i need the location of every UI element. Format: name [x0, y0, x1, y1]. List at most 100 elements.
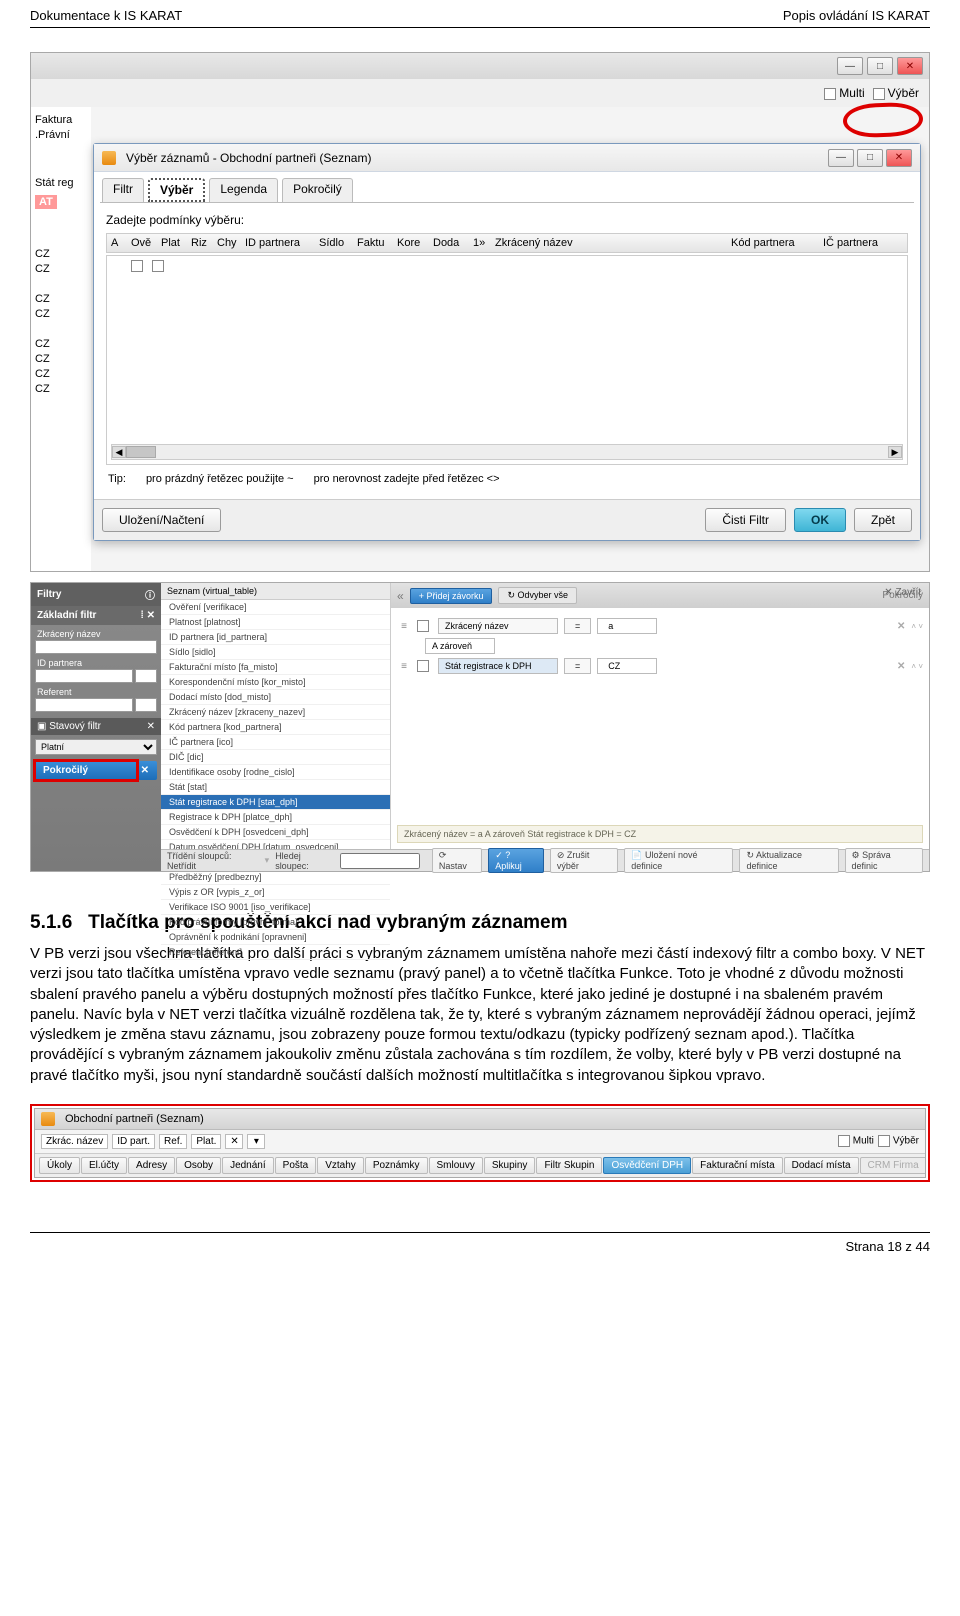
scroll-right-icon[interactable]: ▶ — [888, 446, 902, 458]
multi-checkbox[interactable]: Multi — [824, 86, 864, 100]
state-select[interactable]: Platní — [35, 739, 157, 755]
col[interactable]: 1» — [473, 237, 493, 249]
column-list-item[interactable]: Registrace k DPH [platce_dph] — [161, 810, 390, 825]
bg-min-icon[interactable]: — — [837, 57, 863, 75]
bg-max-icon[interactable]: □ — [867, 57, 893, 75]
s3-tab[interactable]: CRM Firma — [860, 1157, 925, 1174]
search-col-input[interactable] — [340, 853, 420, 869]
col[interactable]: Ově — [131, 237, 159, 249]
advanced-filter-button[interactable]: Pokročilý ✕ — [35, 761, 157, 780]
col[interactable]: Zkrácený název — [495, 237, 729, 249]
column-list-item[interactable]: Fakturační místo [fa_misto] — [161, 660, 390, 675]
scroll-thumb[interactable] — [126, 446, 156, 458]
drag-icon[interactable]: ≡ — [397, 621, 411, 632]
foot-btn[interactable]: ↻ Aktualizace definice — [739, 848, 838, 873]
bg-close-icon[interactable]: ✕ — [897, 57, 923, 75]
col[interactable]: Kore — [397, 237, 431, 249]
ref-input[interactable] — [35, 698, 133, 712]
add-bracket-button[interactable]: + Přidej závorku — [410, 588, 493, 604]
col[interactable]: IČ partnera — [823, 237, 903, 249]
column-list-item[interactable]: Kód právní formy [pravni_forma] — [161, 915, 390, 930]
dlg-max-icon[interactable]: □ — [857, 149, 883, 167]
clear-filter-button[interactable]: Čisti Filtr — [705, 508, 786, 532]
load-save-button[interactable]: Uložení/Načtení — [102, 508, 221, 532]
column-list-item[interactable]: ID partnera [id_partnera] — [161, 630, 390, 645]
grid-row-checks[interactable] — [131, 260, 167, 272]
vyber-checkbox[interactable]: Výběr — [873, 86, 919, 100]
s3-tab[interactable]: Skupiny — [484, 1157, 536, 1174]
zkraceny-input[interactable] — [35, 640, 157, 654]
drag-icon[interactable]: ≡ — [397, 661, 411, 672]
column-list-items[interactable]: Ověření [verifikace]Platnost [platnost]I… — [161, 600, 390, 960]
op-select[interactable]: = — [564, 658, 591, 674]
ok-button[interactable]: OK — [794, 508, 846, 532]
row-check[interactable] — [417, 620, 429, 632]
foot-btn[interactable]: ⚙ Správa definic — [845, 848, 924, 873]
s3-tab[interactable]: Smlouvy — [429, 1157, 483, 1174]
s3-f4[interactable]: Plat. — [191, 1134, 221, 1149]
row-delete-icon[interactable]: ✕ — [897, 661, 905, 672]
s3-f3[interactable]: Ref. — [159, 1134, 187, 1149]
tab-pokrocily[interactable]: Pokročilý — [282, 178, 353, 202]
column-list-item[interactable]: Platnost [platnost] — [161, 615, 390, 630]
column-list-item[interactable]: DIČ [dic] — [161, 750, 390, 765]
tab-filtr[interactable]: Filtr — [102, 178, 144, 202]
column-list-item[interactable]: IČ partnera [ico] — [161, 735, 390, 750]
column-list-item[interactable]: Identifikace osoby [rodne_cislo] — [161, 765, 390, 780]
column-list-item[interactable]: Stát registrace k DPH [stat_dph] — [161, 795, 390, 810]
grid-body[interactable]: ◀ ▶ — [106, 255, 908, 465]
s3-tab[interactable]: Adresy — [128, 1157, 175, 1174]
column-list-item[interactable]: Dodací místo [dod_misto] — [161, 690, 390, 705]
s3-dd-icon[interactable]: ▾ — [247, 1134, 265, 1149]
ref-aux[interactable] — [135, 698, 157, 712]
id-aux[interactable] — [135, 669, 157, 683]
id-input[interactable] — [35, 669, 133, 683]
field-select[interactable]: Stát registrace k DPH — [438, 658, 558, 674]
horizontal-scrollbar[interactable]: ◀ ▶ — [111, 444, 903, 460]
col[interactable]: Riz — [191, 237, 215, 249]
state-filter-header[interactable]: ▣ Stavový filtr✕ — [31, 718, 161, 735]
check2[interactable] — [152, 260, 164, 272]
foot-btn[interactable]: ⟳ Nastav — [432, 848, 482, 873]
s3-tab[interactable]: Jednání — [222, 1157, 274, 1174]
info-icon[interactable]: ⓘ — [145, 587, 155, 602]
close-icon[interactable]: ✕ Zavřít — [884, 587, 921, 598]
row-move-icon[interactable]: ˄ ˅ — [911, 622, 923, 631]
back-button[interactable]: Zpět — [854, 508, 912, 532]
basic-filter-header[interactable]: Základní filtr⁞ ✕ — [31, 606, 161, 625]
col[interactable]: A — [111, 237, 129, 249]
s3-f1[interactable]: Zkrác. název — [41, 1134, 108, 1149]
col[interactable]: Sídlo — [319, 237, 355, 249]
column-list-item[interactable]: Verifikace ISO 9001 [iso_verifikace] — [161, 900, 390, 915]
col[interactable]: ID partnera — [245, 237, 317, 249]
s3-tab[interactable]: Dodací místa — [784, 1157, 859, 1174]
s3-tab[interactable]: Poznámky — [365, 1157, 428, 1174]
column-list-item[interactable]: Předběžný [predbezny] — [161, 870, 390, 885]
column-list-item[interactable]: Korespondenční místo [kor_misto] — [161, 675, 390, 690]
deselect-all-button[interactable]: ↻ Odvyber vše — [498, 587, 577, 604]
check1[interactable] — [131, 260, 143, 272]
s3-tab[interactable]: Úkoly — [39, 1157, 80, 1174]
column-list-item[interactable]: Osvědčení k DPH [osvedceni_dph] — [161, 825, 390, 840]
scroll-left-icon[interactable]: ◀ — [112, 446, 126, 458]
dlg-min-icon[interactable]: — — [828, 149, 854, 167]
column-list-item[interactable]: Výpis z OR [vypis_z_or] — [161, 885, 390, 900]
foot-btn[interactable]: ✓ ? Aplikuj — [488, 848, 544, 873]
s3-tab[interactable]: Filtr Skupin — [536, 1157, 602, 1174]
column-list-item[interactable]: Referent [referent] — [161, 945, 390, 960]
tab-legenda[interactable]: Legenda — [209, 178, 278, 202]
field-select[interactable]: Zkrácený název — [438, 618, 558, 634]
column-list-item[interactable]: Zkrácený název [zkraceny_nazev] — [161, 705, 390, 720]
col[interactable]: Doda — [433, 237, 471, 249]
s3-tab[interactable]: Vztahy — [317, 1157, 364, 1174]
col[interactable]: Plat — [161, 237, 189, 249]
s3-tab[interactable]: Osvědčení DPH — [603, 1157, 691, 1174]
tab-vyber[interactable]: Výběr — [148, 178, 205, 202]
s3-tab[interactable]: El.účty — [81, 1157, 127, 1174]
dlg-close-icon[interactable]: ✕ — [886, 149, 912, 167]
foot-btn[interactable]: ⊘ Zrušit výběr — [550, 848, 618, 873]
column-list-item[interactable]: Stát [stat] — [161, 780, 390, 795]
column-list-item[interactable]: Ověření [verifikace] — [161, 600, 390, 615]
row-delete-icon[interactable]: ✕ — [897, 621, 905, 632]
value-input[interactable]: a — [597, 618, 657, 634]
